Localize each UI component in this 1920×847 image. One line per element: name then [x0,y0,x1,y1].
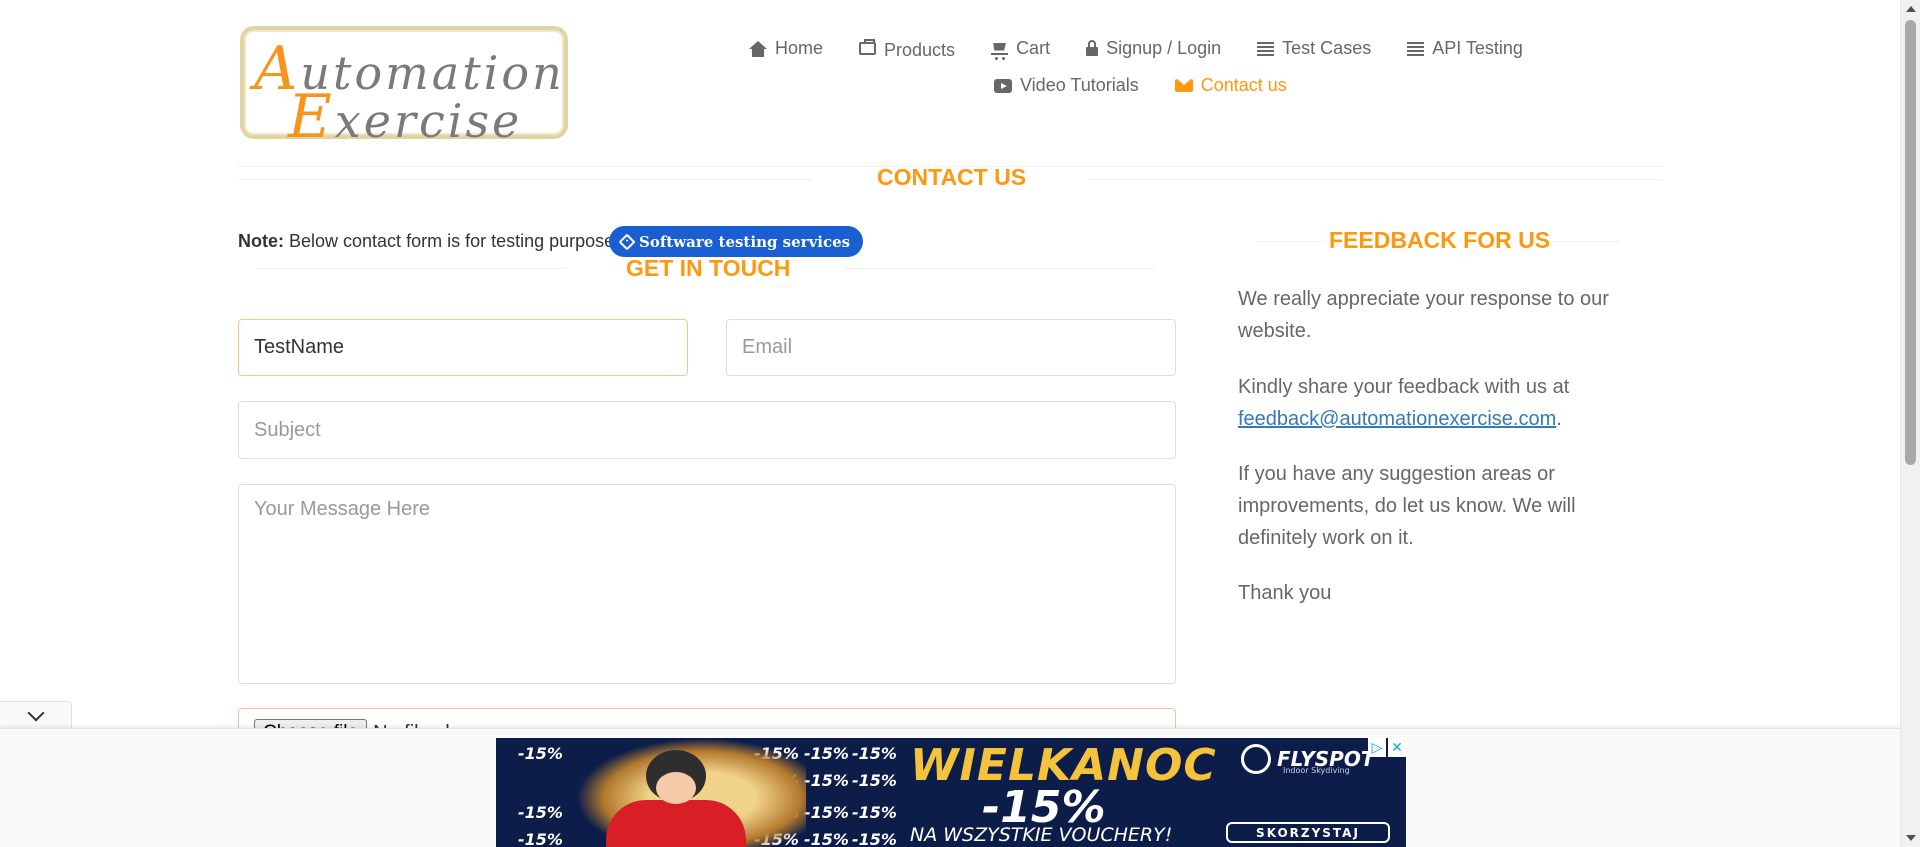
logo-line-exercise: Exercise [288,82,522,152]
feedback-paragraph-2: Kindly share your feedback with us at fe… [1238,371,1638,435]
chevron-down-icon [27,704,44,721]
page-viewport: Automation Exercise Home Products Cart S… [0,0,1900,847]
nav-api-testing[interactable]: API Testing [1407,38,1523,59]
badge-label: Software testing services [639,232,851,251]
nav-test-cases[interactable]: Test Cases [1257,38,1371,59]
ad-pct-text: -15% [852,744,897,763]
nav-signup-login[interactable]: Signup / Login [1086,38,1221,59]
feedback-p2-text: Kindly share your feedback with us at [1238,376,1570,398]
ad-controls: ▷ ✕ [1368,738,1406,757]
nav-test-cases-label: Test Cases [1282,38,1372,58]
feedback-paragraph-4: Thank you [1238,582,1332,604]
tag-icon [618,233,636,250]
scroll-thumb[interactable] [1905,20,1916,465]
note-text: Below contact form is for testing purpos… [284,231,620,251]
scroll-up-icon[interactable] [1906,6,1916,12]
software-testing-badge[interactable]: Software testing services [609,226,864,257]
list-icon [1407,41,1425,56]
ad-collapse-toggle[interactable] [0,701,72,729]
ad-pct-text: -15% [804,830,849,847]
nav-api-testing-label: API Testing [1432,38,1523,58]
page-scrollbar[interactable] [1900,0,1920,847]
nav-cart[interactable]: Cart [991,38,1051,60]
ad-cta-button[interactable]: SKORZYSTAJ [1226,822,1390,843]
ad-pct-text: -15% [852,771,897,790]
ad-pct-text: -15% [518,830,563,847]
scroll-down-icon[interactable] [1906,835,1916,841]
nav-contact-us[interactable]: Contact us [1174,75,1287,96]
ad-pct-text: -15% [804,744,849,763]
home-icon [749,40,767,57]
ad-pct-text: -15% [852,803,897,822]
advertisement-banner[interactable]: -15% -15% -15% -15% -15% -15% -15% -15% … [496,738,1406,847]
logo-rest-exercise: xercise [334,94,523,148]
name-input[interactable] [238,319,688,376]
feedback-title: Feedback For Us [1329,227,1551,253]
youtube-icon [994,78,1012,93]
ad-pct-text: -15% [852,830,897,847]
contact-note: Note: Below contact form is for testing … [238,231,619,252]
ad-image-skydiver-face [656,772,696,804]
list-icon [1257,41,1275,56]
email-input[interactable] [726,319,1176,376]
ad-subtitle: NA WSZYSTKIE VOUCHERY! [910,824,1173,846]
nav-cart-label: Cart [1016,38,1051,58]
ad-pct-text: -15% [804,803,849,822]
main-nav-row2: Video Tutorials Contact us [994,75,1287,96]
get-in-touch-rule-right [845,268,1155,269]
feedback-rule-left [1257,241,1325,242]
adchoices-icon[interactable]: ▷ [1368,738,1386,757]
nav-home[interactable]: Home [749,38,823,59]
site-logo[interactable]: Automation Exercise [240,26,568,152]
flyspot-logo-icon [1241,744,1271,774]
briefcase-icon [859,39,877,55]
feedback-p2-end: . [1556,408,1562,430]
subject-input[interactable] [238,401,1176,459]
feedback-email-link[interactable]: feedback@automationexercise.com [1238,408,1556,430]
nav-video-tutorials-label: Video Tutorials [1020,75,1139,95]
get-in-touch-title: Get In Touch [626,255,791,281]
contact-title-rule-right [1088,179,1662,180]
nav-signup-login-label: Signup / Login [1106,38,1222,58]
main-nav: Home Products Cart Signup / Login Test C… [749,38,1523,60]
lock-icon [1086,40,1099,56]
feedback-rule-right [1552,241,1620,242]
nav-video-tutorials[interactable]: Video Tutorials [994,75,1139,96]
get-in-touch-rule-left [256,268,566,269]
nav-home-label: Home [775,38,824,58]
contact-us-title: Contact Us [877,164,1027,190]
contact-title-rule-left [238,179,813,180]
nav-products[interactable]: Products [859,38,956,60]
message-textarea[interactable] [238,484,1176,684]
ad-pct-text: -15% [518,744,563,763]
nav-products-label: Products [884,40,956,60]
note-label: Note: [238,231,284,251]
logo-cap-e: E [288,82,335,152]
ad-image-skydiver-suit [606,800,746,847]
close-icon[interactable]: ✕ [1388,738,1406,757]
ad-pct-text: -15% [804,771,849,790]
feedback-paragraph-1: We really appreciate your response to ou… [1238,288,1609,342]
cart-icon [991,43,1009,60]
feedback-paragraph-3: If you have any suggestion areas or impr… [1238,463,1576,549]
ad-pct-text: -15% [518,803,563,822]
ad-brand-subtitle: Indoor Skydiving [1283,766,1350,775]
envelope-icon [1174,79,1193,92]
nav-contact-us-label: Contact us [1200,75,1287,95]
